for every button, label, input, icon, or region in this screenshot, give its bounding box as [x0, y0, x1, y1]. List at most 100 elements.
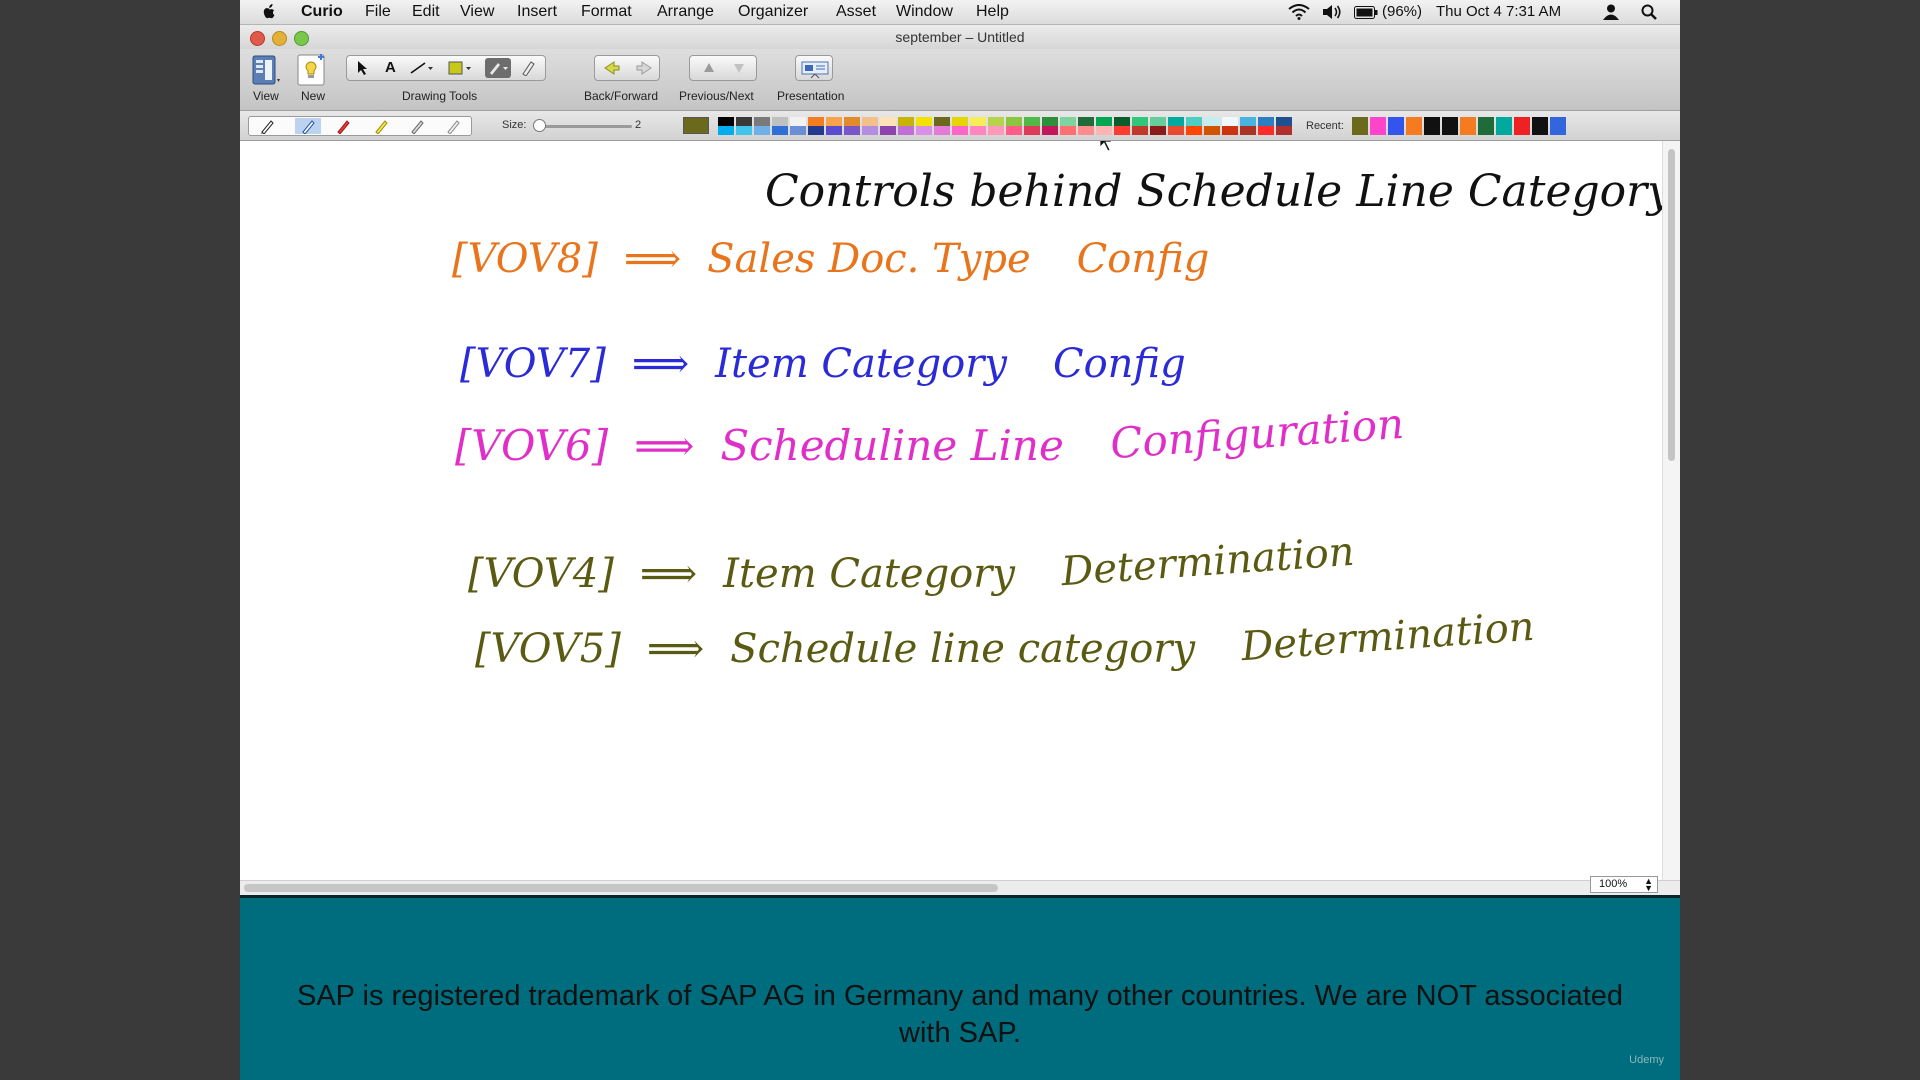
color-swatch[interactable]: [1006, 126, 1022, 135]
previous-arrow-icon[interactable]: [702, 61, 716, 75]
color-swatch[interactable]: [970, 117, 986, 126]
color-swatch[interactable]: [1168, 126, 1184, 135]
color-swatch[interactable]: [790, 126, 806, 135]
color-swatch[interactable]: [808, 126, 824, 135]
size-slider-track[interactable]: [536, 125, 632, 128]
pen-tool-icon[interactable]: [485, 58, 511, 78]
menu-insert[interactable]: Insert: [517, 3, 557, 21]
highlighter-yellow-icon[interactable]: [373, 118, 389, 134]
color-swatch[interactable]: [826, 126, 842, 135]
menu-view[interactable]: View: [460, 3, 494, 21]
color-swatch[interactable]: [736, 117, 752, 126]
menu-app-name[interactable]: Curio: [301, 3, 343, 21]
color-swatch[interactable]: [844, 126, 860, 135]
color-swatch[interactable]: [790, 117, 806, 126]
text-tool-icon[interactable]: A: [385, 59, 396, 76]
menu-clock[interactable]: Thu Oct 4 7:31 AM: [1436, 3, 1561, 20]
color-swatch[interactable]: [1114, 117, 1130, 126]
color-swatch[interactable]: [1222, 126, 1238, 135]
menu-arrange[interactable]: Arrange: [657, 3, 714, 21]
pen-black-icon[interactable]: [259, 118, 275, 134]
color-swatch[interactable]: [772, 126, 788, 135]
recent-color-swatch[interactable]: [1442, 117, 1458, 135]
color-swatch[interactable]: [1132, 126, 1148, 135]
color-swatch[interactable]: [880, 117, 896, 126]
menu-format[interactable]: Format: [581, 3, 632, 21]
color-swatch[interactable]: [1060, 117, 1076, 126]
color-swatch[interactable]: [1186, 117, 1202, 126]
recent-color-swatch[interactable]: [1532, 117, 1548, 135]
recent-color-swatch[interactable]: [1478, 117, 1494, 135]
color-swatch[interactable]: [1276, 126, 1292, 135]
arrow-select-icon[interactable]: [355, 60, 371, 76]
next-arrow-icon[interactable]: [732, 61, 746, 75]
color-swatch[interactable]: [844, 117, 860, 126]
color-swatch[interactable]: [1240, 117, 1256, 126]
drawing-canvas[interactable]: Controls behind Schedule Line Category […: [240, 127, 1673, 880]
forward-arrow-icon[interactable]: [635, 61, 653, 75]
color-swatch[interactable]: [898, 117, 914, 126]
color-swatch[interactable]: [826, 117, 842, 126]
menu-edit[interactable]: Edit: [412, 3, 440, 21]
color-swatch[interactable]: [880, 126, 896, 135]
recent-color-swatch[interactable]: [1514, 117, 1530, 135]
menu-organizer[interactable]: Organizer: [738, 3, 808, 21]
color-swatch[interactable]: [1186, 126, 1202, 135]
menu-window[interactable]: Window: [896, 3, 953, 21]
color-swatch[interactable]: [718, 117, 734, 126]
color-swatch[interactable]: [1024, 126, 1040, 135]
horizontal-scroll-thumb[interactable]: [244, 884, 998, 892]
color-swatch[interactable]: [1168, 117, 1184, 126]
color-swatch[interactable]: [1096, 126, 1112, 135]
color-swatch[interactable]: [1240, 126, 1256, 135]
color-swatch[interactable]: [1204, 117, 1220, 126]
color-swatch[interactable]: [862, 117, 878, 126]
color-swatch[interactable]: [754, 117, 770, 126]
color-swatch[interactable]: [988, 126, 1004, 135]
color-swatch[interactable]: [1078, 126, 1094, 135]
color-swatch[interactable]: [772, 117, 788, 126]
color-swatch[interactable]: [1042, 126, 1058, 135]
menu-asset[interactable]: Asset: [836, 3, 876, 21]
vertical-scrollbar[interactable]: [1662, 141, 1680, 880]
color-swatch[interactable]: [1150, 126, 1166, 135]
color-swatch[interactable]: [952, 126, 968, 135]
color-swatch[interactable]: [916, 126, 932, 135]
recent-color-swatch[interactable]: [1406, 117, 1422, 135]
color-swatch[interactable]: [754, 126, 770, 135]
color-swatch[interactable]: [1132, 117, 1148, 126]
color-swatch[interactable]: [1150, 117, 1166, 126]
menu-help[interactable]: Help: [976, 3, 1009, 21]
size-slider-knob[interactable]: [533, 119, 546, 132]
vertical-scroll-thumb[interactable]: [1668, 149, 1675, 461]
wifi-icon[interactable]: [1288, 4, 1310, 20]
color-swatch[interactable]: [1096, 117, 1112, 126]
color-swatch[interactable]: [1276, 117, 1292, 126]
color-swatch[interactable]: [1060, 126, 1076, 135]
recent-color-swatch[interactable]: [1550, 117, 1566, 135]
color-swatch[interactable]: [1222, 117, 1238, 126]
color-swatch[interactable]: [934, 117, 950, 126]
color-swatch[interactable]: [718, 126, 734, 135]
pen-red-icon[interactable]: [335, 118, 351, 134]
presentation-button[interactable]: [795, 55, 833, 81]
zoom-select[interactable]: 100% ▲ ▼: [1590, 876, 1658, 893]
spotlight-search-icon[interactable]: [1640, 3, 1658, 21]
user-icon[interactable]: [1602, 3, 1620, 21]
color-swatch[interactable]: [934, 126, 950, 135]
pen-gray-icon[interactable]: [409, 118, 425, 134]
recent-color-swatch[interactable]: [1352, 117, 1368, 135]
recent-color-swatch[interactable]: [1496, 117, 1512, 135]
color-swatch[interactable]: [1078, 117, 1094, 126]
recent-color-swatch[interactable]: [1370, 117, 1386, 135]
recent-color-swatch[interactable]: [1460, 117, 1476, 135]
color-swatch[interactable]: [898, 126, 914, 135]
battery-icon[interactable]: [1354, 6, 1378, 19]
apple-icon[interactable]: [258, 1, 280, 21]
recent-color-swatch[interactable]: [1388, 117, 1404, 135]
color-swatch[interactable]: [916, 117, 932, 126]
color-swatch[interactable]: [736, 126, 752, 135]
color-swatch[interactable]: [1024, 117, 1040, 126]
color-swatch[interactable]: [1114, 126, 1130, 135]
eraser-tool-icon[interactable]: [519, 60, 537, 76]
